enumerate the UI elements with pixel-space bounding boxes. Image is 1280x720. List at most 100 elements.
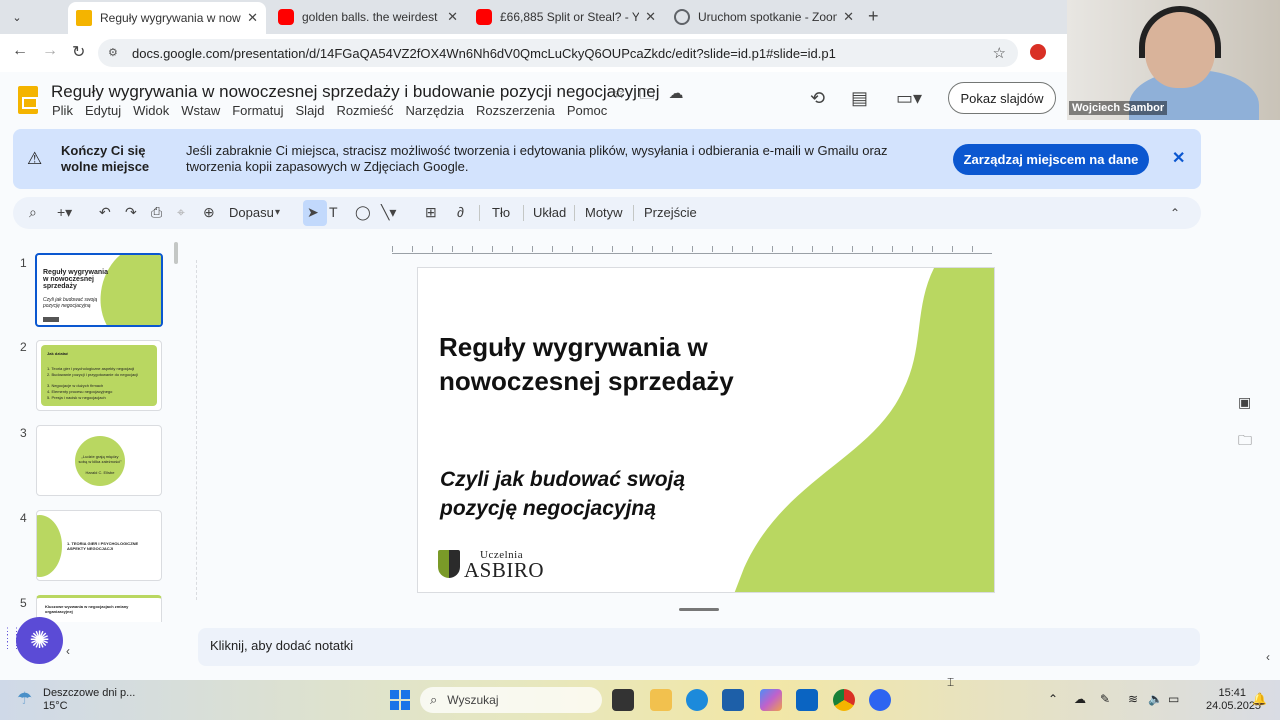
chrome-icon[interactable] xyxy=(833,689,855,711)
manage-storage-button[interactable]: Zarządzaj miejscem na dane xyxy=(953,144,1149,175)
undo-icon[interactable]: ↶ xyxy=(99,204,111,221)
zoom-icon[interactable]: ⊕ xyxy=(203,204,215,221)
cloud-status-icon[interactable]: ☁ xyxy=(668,84,683,109)
layout-button[interactable]: Układ xyxy=(533,205,566,220)
drag-handle-icon[interactable]: ⋮⋮ ⋮⋮ ⋮⋮ xyxy=(3,627,21,658)
slide-thumbnail-5[interactable]: Kluczowe wyzwania w negocjacjach zmiany … xyxy=(36,595,162,622)
select-cursor-icon[interactable]: ➤ xyxy=(307,204,319,221)
taskbar-search[interactable]: ⌕ Wyszukaj xyxy=(420,687,602,713)
resize-handle[interactable] xyxy=(679,608,719,611)
google-slides-logo-icon[interactable] xyxy=(18,86,38,114)
windows-taskbar: ☂ Deszczowe dni p... 15°C ⌕ Wyszukaj ⌃ ☁… xyxy=(0,680,1280,720)
slide-thumbnail-3[interactable]: „Ludzie grają między sobą w kilka zależn… xyxy=(36,425,162,496)
close-tab-icon[interactable]: ✕ xyxy=(645,9,656,25)
slide-thumbnail-4[interactable]: 1. TEORIA GIER I PSYCHOLOGICZNE ASPEKTY … xyxy=(36,510,162,581)
comments-icon[interactable]: ▤ xyxy=(851,88,868,109)
back-arrow-icon[interactable]: ← xyxy=(12,42,28,60)
menu-insert[interactable]: Wstaw xyxy=(181,103,220,118)
bookmark-star-icon[interactable]: ☆ xyxy=(993,44,1006,62)
chevron-up-icon[interactable]: ⌃ xyxy=(1048,692,1058,706)
text-format-icon[interactable]: ∂ xyxy=(457,204,464,220)
menu-help[interactable]: Pomoc xyxy=(567,103,607,118)
reload-icon[interactable]: ↻ xyxy=(72,42,85,62)
keep-icon[interactable]: ▣ xyxy=(1238,394,1251,411)
pen-icon[interactable]: ✎ xyxy=(1100,692,1110,706)
battery-icon[interactable]: ▭ xyxy=(1168,692,1179,706)
ruler-tick xyxy=(812,246,813,252)
close-tab-icon[interactable]: ✕ xyxy=(447,9,458,25)
chevron-left-icon[interactable]: ‹ xyxy=(66,644,70,658)
chevron-left-icon[interactable]: ‹ xyxy=(1266,650,1270,664)
line-icon[interactable]: ╲▾ xyxy=(381,204,396,221)
clock-time: 15:41 xyxy=(1218,687,1246,699)
slideshow-button[interactable]: Pokaz slajdów xyxy=(948,82,1056,114)
windows-start-icon[interactable] xyxy=(390,690,410,710)
print-icon[interactable]: ⎙ xyxy=(151,204,162,221)
store-icon[interactable] xyxy=(722,689,744,711)
zoom-select[interactable]: Dopasu xyxy=(229,205,274,220)
filmstrip-scrollbar[interactable] xyxy=(174,242,178,264)
theme-button[interactable]: Motyw xyxy=(585,205,623,220)
slide-thumbnail-1[interactable]: Reguły wygrywania w nowoczesnej sprzedaż… xyxy=(35,253,163,327)
menu-view[interactable]: Widok xyxy=(133,103,169,118)
menu-format[interactable]: Formatuj xyxy=(232,103,283,118)
tab-youtube-golden-balls[interactable]: golden balls. the weirdest split ✕ xyxy=(270,0,466,34)
slide-title[interactable]: Reguły wygrywania w nowoczesnej sprzedaż… xyxy=(439,330,759,398)
copilot-icon[interactable] xyxy=(760,689,782,711)
chevron-up-icon[interactable]: ⌃ xyxy=(1170,206,1180,220)
close-icon[interactable]: ✕ xyxy=(1172,148,1185,168)
folder-icon[interactable]: 🗀 xyxy=(1238,430,1252,454)
paint-format-icon[interactable]: ⌖ xyxy=(177,204,185,221)
site-info-icon[interactable]: ⚙ xyxy=(108,46,122,60)
weather-icon[interactable]: ☂ xyxy=(17,689,32,709)
transition-button[interactable]: Przejście xyxy=(644,205,697,220)
cloud-sync-icon[interactable]: ☁ xyxy=(1074,692,1086,706)
menu-tools[interactable]: Narzędzia xyxy=(406,103,465,118)
wifi-icon[interactable]: ≋ xyxy=(1128,692,1138,706)
notifications-icon[interactable]: 🔔 xyxy=(1252,692,1267,706)
ruler-tick xyxy=(392,246,393,252)
forward-arrow-icon[interactable]: → xyxy=(42,42,58,60)
zoom-app-icon[interactable] xyxy=(869,689,891,711)
text-box-icon[interactable]: T xyxy=(329,204,338,220)
document-title[interactable]: Reguły wygrywania w nowoczesnej sprzedaż… xyxy=(51,82,660,102)
tab-zoom[interactable]: Uruchom spotkanie - Zoom ✕ xyxy=(666,0,862,34)
new-tab-plus-icon[interactable]: + xyxy=(868,6,879,27)
speaker-notes[interactable]: Kliknij, aby dodać notatki xyxy=(198,628,1200,666)
url-field[interactable]: ⚙ docs.google.com/presentation/d/14FGaQA… xyxy=(98,39,1018,67)
menu-extensions[interactable]: Rozszerzenia xyxy=(476,103,555,118)
close-tab-icon[interactable]: ✕ xyxy=(247,10,258,26)
meet-video-icon[interactable]: ▭▾ xyxy=(896,88,922,109)
background-button[interactable]: Tło xyxy=(492,205,510,220)
volume-icon[interactable]: 🔈 xyxy=(1148,692,1163,706)
weather-widget[interactable]: Deszczowe dni p... 15°C xyxy=(43,687,135,713)
extension-icon[interactable] xyxy=(1030,44,1046,60)
menu-arrange[interactable]: Rozmieść xyxy=(336,103,393,118)
task-view-icon[interactable] xyxy=(612,689,634,711)
tab-slides[interactable]: Reguły wygrywania w nowoczes ✕ xyxy=(68,2,266,34)
ruler-tick xyxy=(432,246,433,252)
system-clock[interactable]: 15:41 24.05.2025 xyxy=(1206,687,1261,713)
menu-file[interactable]: Plik xyxy=(52,103,73,118)
version-history-icon[interactable]: ⟲ xyxy=(810,88,825,109)
close-tab-icon[interactable]: ✕ xyxy=(843,9,854,25)
file-explorer-icon[interactable] xyxy=(650,689,672,711)
zoom-floating-button[interactable]: ✺ xyxy=(16,617,63,664)
shape-icon[interactable]: ◯ xyxy=(355,204,371,221)
tab-search-chevron-icon[interactable]: ⌄ xyxy=(6,6,28,28)
redo-icon[interactable]: ↷ xyxy=(125,204,137,221)
menu-edit[interactable]: Edytuj xyxy=(85,103,121,118)
edge-icon[interactable] xyxy=(686,689,708,711)
new-slide-plus-icon[interactable]: +▾ xyxy=(57,204,72,221)
move-folder-icon[interactable]: 🗀 xyxy=(639,84,654,109)
current-slide[interactable]: Reguły wygrywania w nowoczesnej sprzedaż… xyxy=(417,267,995,593)
chevron-down-icon[interactable]: ▾ xyxy=(275,207,280,218)
add-comment-icon[interactable]: ⊞ xyxy=(425,204,437,221)
ruler-tick xyxy=(472,246,473,252)
slide-thumbnail-2[interactable]: Jak działać 1. Teoria gier i psychologic… xyxy=(36,340,162,411)
menu-slide[interactable]: Slajd xyxy=(296,103,325,118)
search-menus-icon[interactable]: ⌕ xyxy=(29,204,37,221)
outlook-icon[interactable] xyxy=(796,689,818,711)
tab-youtube-split-or-steal[interactable]: £66,885 Split or Steal? - YouTub ✕ xyxy=(468,0,664,34)
slide-subtitle[interactable]: Czyli jak budować swoją pozycję negocjac… xyxy=(440,465,760,523)
